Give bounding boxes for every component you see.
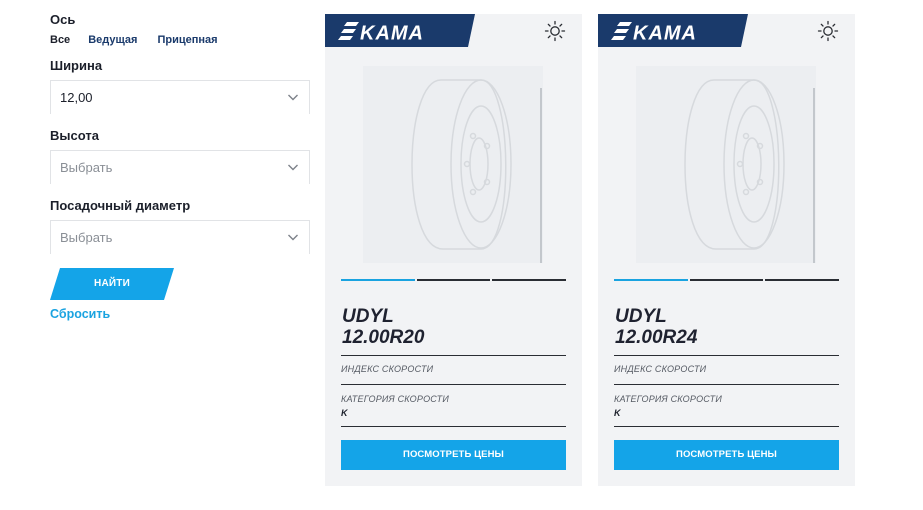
image-slider-pager <box>341 279 567 281</box>
divider <box>614 384 839 385</box>
axle-tabs: Все Ведущая Прицепная <box>50 34 310 46</box>
slide-dot-3[interactable] <box>765 279 840 281</box>
tire-image <box>363 66 543 263</box>
speed-index-label: ИНДЕКС СКОРОСТИ <box>341 364 434 374</box>
tire-illustration <box>411 79 542 263</box>
width-label: Ширина <box>50 58 103 73</box>
slide-dot-1[interactable] <box>341 279 415 281</box>
product-size: 12.00R24 <box>615 327 698 348</box>
brand-name: KAMA <box>360 23 424 45</box>
view-prices-button[interactable]: ПОСМОТРЕТЬ ЦЕНЫ <box>614 440 839 470</box>
slide-dot-3[interactable] <box>492 279 567 281</box>
diameter-label: Посадочный диаметр <box>50 198 191 213</box>
brand-name: KAMA <box>633 23 697 45</box>
product-size: 12.00R20 <box>342 327 425 348</box>
axle-option-trailer[interactable]: Прицепная <box>157 34 217 46</box>
height-select[interactable]: Выбрать <box>50 150 310 184</box>
image-slider-pager <box>614 279 840 281</box>
speed-category-label: КАТЕГОРИЯ СКОРОСТИ <box>614 394 723 404</box>
tire-image <box>636 66 816 263</box>
divider <box>341 384 566 385</box>
product-card[interactable]: KAMA UDYL 12.00R20 ИНДЕКС СКОРОСТИ КАТЕГ… <box>325 14 582 486</box>
tire-filter-panel: Ось Все Ведущая Прицепная Ширина 12,00 В… <box>50 12 310 321</box>
divider <box>614 355 839 356</box>
chevron-down-icon <box>288 234 298 241</box>
axle-option-drive[interactable]: Ведущая <box>88 34 137 46</box>
speed-category-label: КАТЕГОРИЯ СКОРОСТИ <box>341 394 450 404</box>
speed-index-label: ИНДЕКС СКОРОСТИ <box>614 364 707 374</box>
width-select[interactable]: 12,00 <box>50 80 310 114</box>
width-select-value: 12,00 <box>60 90 93 105</box>
slide-dot-2[interactable] <box>689 279 764 281</box>
slide-dot-1[interactable] <box>614 279 688 281</box>
speed-category-value: K <box>341 408 348 418</box>
product-model: UDYL <box>342 306 394 327</box>
divider <box>341 426 566 427</box>
diameter-select[interactable]: Выбрать <box>50 220 310 254</box>
reset-link[interactable]: Сбросить <box>50 307 310 321</box>
sun-icon <box>544 20 566 42</box>
axle-option-all[interactable]: Все <box>50 34 70 46</box>
divider <box>614 426 839 427</box>
height-select-placeholder: Выбрать <box>60 160 113 175</box>
divider <box>341 355 566 356</box>
axle-label: Ось <box>50 12 76 27</box>
tire-illustration <box>684 79 815 263</box>
kama-logo: KAMA <box>325 14 475 47</box>
chevron-down-icon <box>288 94 298 101</box>
find-button[interactable]: НАЙТИ <box>50 268 174 300</box>
speed-category-value: K <box>614 408 621 418</box>
kama-logo: KAMA <box>598 14 748 47</box>
product-model: UDYL <box>615 306 667 327</box>
view-prices-button[interactable]: ПОСМОТРЕТЬ ЦЕНЫ <box>341 440 566 470</box>
chevron-down-icon <box>288 164 298 171</box>
height-label: Высота <box>50 128 99 143</box>
sun-icon <box>817 20 839 42</box>
diameter-select-placeholder: Выбрать <box>60 230 113 245</box>
product-card[interactable]: KAMA UDYL 12.00R24 ИНДЕКС СКОРОСТИ КАТЕГ… <box>598 14 855 486</box>
find-button-label: НАЙТИ <box>94 278 130 289</box>
slide-dot-2[interactable] <box>416 279 491 281</box>
